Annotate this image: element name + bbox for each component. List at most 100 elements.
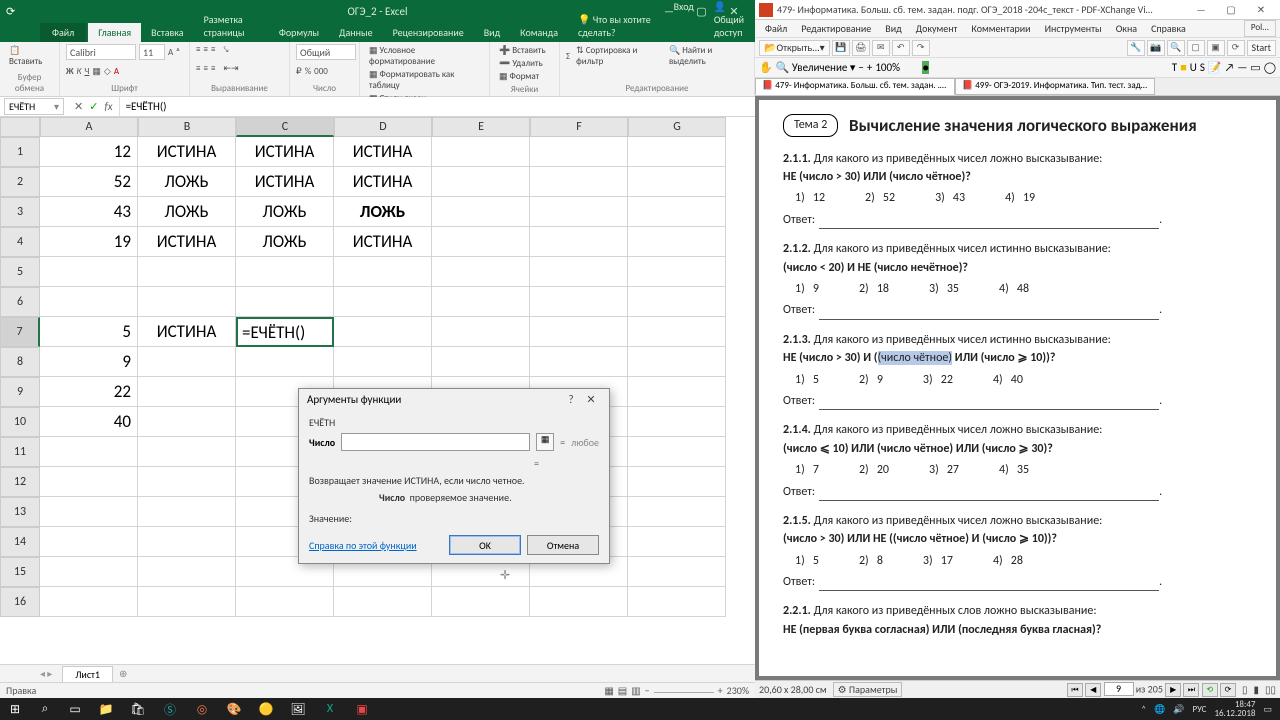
comma-icon[interactable]: 000 (314, 66, 328, 77)
cell[interactable] (432, 587, 530, 617)
cell[interactable] (334, 587, 432, 617)
params-button[interactable]: ⚙ Параметры (833, 682, 903, 697)
cell[interactable] (432, 347, 530, 377)
cell[interactable]: ИСТИНА (138, 137, 236, 167)
ok-button[interactable]: OK (449, 535, 521, 555)
strike-icon[interactable]: S (1200, 61, 1205, 74)
align-right-icon[interactable]: ≡ (211, 63, 215, 74)
cell[interactable]: 40 (40, 407, 138, 437)
tray-network-icon[interactable]: 🌐 (1154, 704, 1165, 715)
cell[interactable] (334, 317, 432, 347)
cell[interactable]: ИСТИНА (334, 137, 432, 167)
cell[interactable] (628, 287, 726, 317)
cell[interactable] (432, 227, 530, 257)
select-all[interactable] (0, 117, 40, 137)
rot-icon[interactable]: ⟳ (1227, 40, 1245, 56)
tray-clock[interactable]: 18:4716.12.2018 (1214, 700, 1255, 718)
cell[interactable] (628, 377, 726, 407)
taskview-icon[interactable]: ▭ (60, 698, 90, 720)
save-icon[interactable]: 💾 (832, 40, 850, 56)
cell[interactable]: =ЕЧЁТН() (236, 317, 334, 347)
zoom-out-icon[interactable]: − (858, 61, 863, 74)
row-header[interactable]: 10 (0, 407, 40, 437)
cell[interactable] (334, 257, 432, 287)
menu-windows[interactable]: Окна (1110, 20, 1143, 37)
cell[interactable] (40, 467, 138, 497)
zoom-value[interactable]: 230% (727, 684, 749, 697)
row-header[interactable]: 1 (0, 137, 40, 167)
line-icon[interactable]: — (1237, 61, 1247, 74)
tell-me[interactable]: 💡 Что вы хотите сделать? (568, 10, 664, 42)
explorer-icon[interactable]: 📁 (90, 698, 122, 720)
row-header[interactable]: 11 (0, 437, 40, 467)
cell[interactable] (236, 347, 334, 377)
cell[interactable]: ЛОЖЬ (236, 197, 334, 227)
tab-file[interactable]: Файл (40, 23, 86, 42)
tab-view[interactable]: Вид (474, 23, 510, 42)
row-header[interactable]: 14 (0, 527, 40, 557)
arg-input[interactable] (341, 433, 530, 451)
prev-page-icon[interactable]: ◀ (1085, 683, 1101, 697)
note-icon[interactable]: 📝 (1208, 61, 1222, 74)
page-icon[interactable]: ▢ (1187, 40, 1205, 56)
cell[interactable] (530, 317, 628, 347)
cell[interactable]: 9 (40, 347, 138, 377)
zoom-label[interactable]: 🔍 Увеличение ▾ (776, 61, 856, 74)
cell[interactable] (138, 527, 236, 557)
pdf-minimize-icon[interactable]: — (1186, 3, 1216, 16)
tab-data[interactable]: Данные (329, 23, 383, 42)
row-header[interactable]: 2 (0, 167, 40, 197)
view-normal-icon[interactable]: ▦ (604, 684, 613, 697)
cell[interactable]: 43 (40, 197, 138, 227)
cell[interactable] (138, 377, 236, 407)
cell[interactable] (530, 287, 628, 317)
gallery-icon[interactable]: 🖼 (282, 698, 314, 720)
cell[interactable] (138, 587, 236, 617)
layout-single-icon[interactable]: ▯ (1242, 683, 1248, 696)
search-icon[interactable]: 🔍 (1167, 40, 1185, 56)
dialog-help-icon[interactable]: ? (561, 393, 581, 406)
dialog-help-link[interactable]: Справка по этой функции (309, 539, 417, 552)
cell[interactable] (138, 287, 236, 317)
cell[interactable] (628, 227, 726, 257)
indent-icon[interactable]: ⇤⇥ (224, 63, 239, 74)
paste-button[interactable]: 📋Вставить (6, 44, 53, 68)
col-header[interactable]: A (40, 117, 138, 137)
chrome-icon[interactable]: 🟡 (250, 698, 282, 720)
menu-document[interactable]: Документ (910, 20, 964, 37)
number-format-select[interactable]: Общий (296, 44, 356, 60)
cell[interactable] (138, 557, 236, 587)
tab-formulas[interactable]: Формулы (269, 23, 329, 42)
nav-fwd-icon[interactable]: ⟳ (1220, 683, 1236, 697)
last-page-icon[interactable]: ⏭ (1183, 683, 1199, 697)
store-icon[interactable]: 🛍 (122, 698, 154, 720)
cell[interactable] (432, 317, 530, 347)
font-size-select[interactable]: 11 (139, 44, 165, 60)
rect-icon[interactable]: ▭ (1250, 61, 1260, 74)
range-picker-icon[interactable]: ▦ (536, 433, 554, 451)
hl-icon[interactable]: ■ (1180, 61, 1187, 74)
tab-layout[interactable]: Разметка страницы (194, 10, 269, 42)
tab-team[interactable]: Команда (510, 23, 568, 42)
autosum-icon[interactable]: Σ (566, 51, 570, 62)
row-header[interactable]: 7 (0, 317, 40, 347)
row-header[interactable]: 15 (0, 557, 40, 587)
arrow-icon[interactable]: ↗ (1225, 61, 1235, 74)
share-button[interactable]: 👤 Общий доступ (704, 0, 755, 42)
cell[interactable] (40, 527, 138, 557)
cell[interactable]: 5 (40, 317, 138, 347)
cell[interactable] (236, 257, 334, 287)
cancel-button[interactable]: Отмена (527, 535, 599, 555)
cell[interactable]: 19 (40, 227, 138, 257)
border-icon[interactable]: ▦ (92, 66, 101, 77)
cell[interactable] (138, 467, 236, 497)
start-button[interactable]: ⊞ (0, 698, 30, 720)
cell[interactable] (432, 257, 530, 287)
bold-button[interactable]: Ж (66, 66, 74, 77)
cell[interactable] (530, 257, 628, 287)
font-color-icon[interactable]: А (114, 66, 119, 77)
menu-file[interactable]: Файл (759, 20, 793, 37)
cell[interactable] (432, 137, 530, 167)
cell[interactable] (628, 587, 726, 617)
fx-icon[interactable]: fx (104, 100, 112, 113)
